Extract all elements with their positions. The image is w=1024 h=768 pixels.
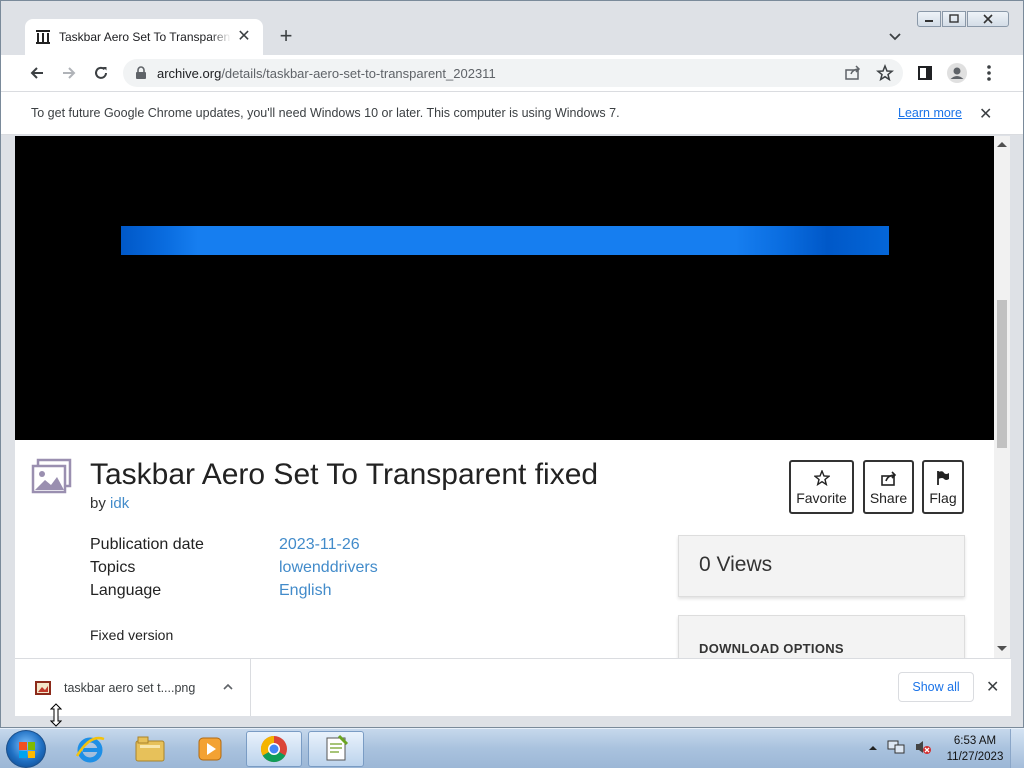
views-count: 0 Views: [699, 553, 773, 576]
favorite-button[interactable]: Favorite: [789, 460, 854, 514]
internet-explorer-icon[interactable]: [62, 731, 118, 767]
bookmark-star-icon[interactable]: [873, 61, 897, 85]
metadata-key: Publication date: [90, 536, 204, 553]
archive-logo-icon: [35, 29, 51, 45]
tab-close-icon[interactable]: ✕: [235, 28, 253, 46]
network-icon[interactable]: [887, 739, 905, 760]
system-tray: [868, 737, 938, 761]
metadata-row: Language English: [90, 582, 378, 605]
download-options-panel[interactable]: DOWNLOAD OPTIONS: [678, 615, 965, 658]
publication-date-link[interactable]: 2023-11-26: [279, 536, 360, 559]
infobar-close-icon[interactable]: ✕: [979, 104, 992, 124]
media-theater[interactable]: [15, 136, 994, 440]
reload-icon[interactable]: [89, 61, 113, 85]
volume-muted-icon[interactable]: [914, 739, 932, 760]
preview-image: [121, 226, 889, 255]
star-icon: [813, 469, 830, 487]
topic-link[interactable]: lowenddrivers: [279, 559, 378, 582]
update-infobar: To get future Google Chrome updates, you…: [1, 91, 1023, 135]
resize-cursor-icon: [49, 703, 63, 727]
chrome-taskbar-icon[interactable]: [246, 731, 302, 767]
address-bar[interactable]: archive.org/details/taskbar-aero-set-to-…: [123, 59, 903, 87]
browser-toolbar: archive.org/details/taskbar-aero-set-to-…: [1, 55, 1023, 91]
notepad-plus-plus-icon[interactable]: [308, 731, 364, 767]
metadata-row: Topics lowenddrivers: [90, 559, 378, 582]
download-filename: taskbar aero set t....png: [64, 680, 196, 695]
download-options-heading: DOWNLOAD OPTIONS: [699, 641, 844, 656]
chrome-window: Taskbar Aero Set To Transparent fixed ✕ …: [0, 0, 1024, 728]
share-page-icon[interactable]: [841, 61, 865, 85]
png-file-icon: [35, 680, 51, 695]
shelf-close-icon[interactable]: ✕: [986, 677, 999, 697]
download-shelf: taskbar aero set t....png Show all ✕: [15, 658, 1011, 716]
flag-button[interactable]: Flag: [922, 460, 964, 514]
language-link[interactable]: English: [279, 582, 331, 605]
url-path: /details/taskbar-aero-set-to-transparent…: [221, 65, 496, 81]
scroll-up-arrow-icon[interactable]: [997, 142, 1007, 147]
chevron-up-icon[interactable]: [221, 680, 235, 694]
share-button[interactable]: Share: [863, 460, 914, 514]
start-button[interactable]: [6, 730, 46, 768]
image-media-type-icon: [31, 458, 73, 494]
new-tab-button[interactable]: +: [275, 25, 297, 47]
chrome-menu-icon[interactable]: [977, 61, 1001, 85]
share-icon: [880, 469, 898, 487]
side-panel-icon[interactable]: [913, 61, 937, 85]
item-description: Fixed version: [90, 627, 174, 643]
tab-title: Taskbar Aero Set To Transparent fixed: [59, 30, 231, 44]
author-link[interactable]: idk: [110, 495, 129, 512]
item-title: Taskbar Aero Set To Transparent fixed: [90, 458, 599, 491]
clock-time: 6:53 AM: [953, 735, 997, 747]
tab-search-chevron-icon[interactable]: [885, 27, 905, 47]
scrollbar-thumb[interactable]: [997, 300, 1007, 448]
url-text: archive.org/details/taskbar-aero-set-to-…: [157, 66, 496, 81]
media-player-icon[interactable]: [182, 731, 238, 767]
tab-strip: Taskbar Aero Set To Transparent fixed ✕ …: [1, 1, 1023, 55]
show-all-button[interactable]: Show all: [898, 672, 974, 702]
system-clock[interactable]: 6:53 AM 11/27/2023: [944, 733, 1006, 765]
learn-more-link[interactable]: Learn more: [898, 106, 962, 120]
file-explorer-icon[interactable]: [122, 731, 178, 767]
page-scrollbar[interactable]: [994, 136, 1010, 658]
maximize-button[interactable]: [942, 11, 966, 27]
url-host: archive.org: [157, 65, 222, 81]
tab-archive-item[interactable]: Taskbar Aero Set To Transparent fixed ✕: [25, 19, 263, 55]
share-label: Share: [869, 489, 908, 506]
flag-label: Flag: [929, 489, 957, 506]
clock-date: 11/27/2023: [946, 751, 1004, 763]
minimize-button[interactable]: [917, 11, 941, 27]
forward-arrow-icon[interactable]: [57, 61, 81, 85]
metadata-key: Language: [90, 582, 162, 599]
favorite-label: Favorite: [796, 489, 847, 506]
show-desktop-button[interactable]: [1010, 729, 1024, 768]
windows-taskbar: 6:53 AM 11/27/2023: [0, 728, 1024, 768]
show-hidden-icons-arrow-icon[interactable]: [868, 740, 878, 758]
profile-avatar-icon[interactable]: [945, 61, 969, 85]
metadata-row: Publication date 2023-11-26: [90, 536, 378, 559]
metadata-list: Publication date 2023-11-26 Topics lowen…: [90, 536, 378, 605]
window-close-button[interactable]: [967, 11, 1009, 27]
lock-icon[interactable]: [135, 66, 149, 80]
views-panel: 0 Views: [678, 535, 965, 597]
infobar-message: To get future Google Chrome updates, you…: [31, 106, 620, 120]
windows-logo-icon: [19, 742, 35, 758]
metadata-key: Topics: [90, 559, 136, 576]
byline-prefix: by: [90, 495, 106, 512]
page-viewport: Taskbar Aero Set To Transparent fixed by…: [15, 136, 994, 658]
byline: by idk: [90, 495, 129, 512]
flag-icon: [935, 469, 951, 487]
back-arrow-icon[interactable]: [25, 61, 49, 85]
scroll-down-arrow-icon[interactable]: [997, 646, 1007, 651]
